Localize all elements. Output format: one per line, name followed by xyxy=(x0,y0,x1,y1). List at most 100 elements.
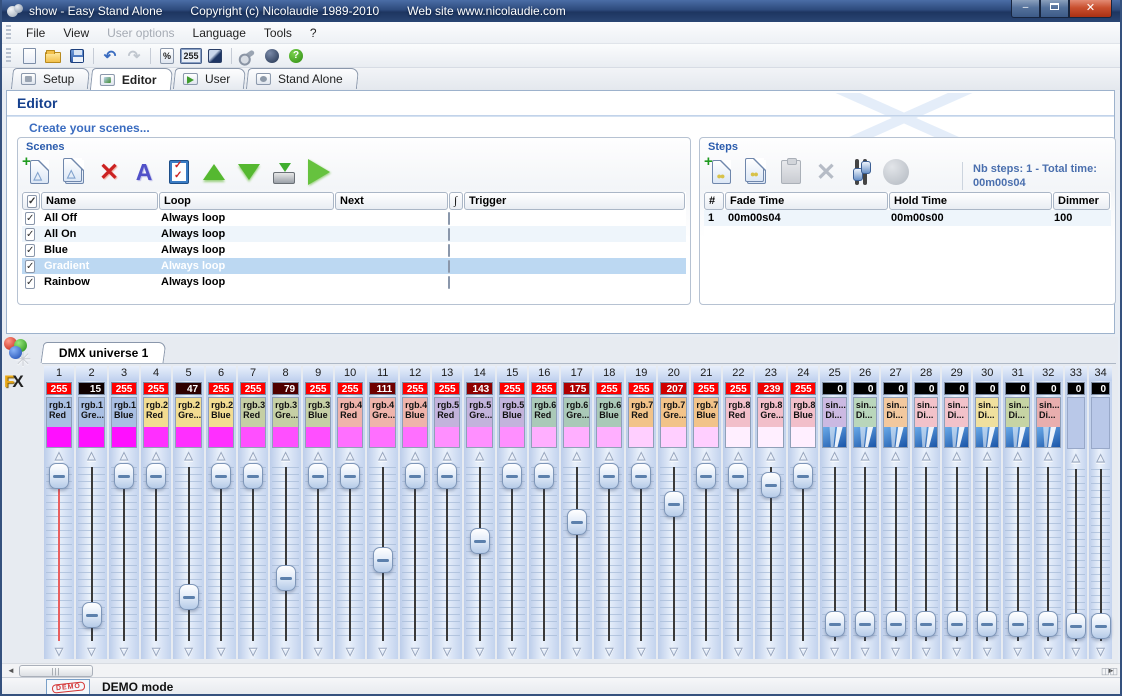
fader-down-arrow-icon[interactable]: ▽ xyxy=(335,646,365,658)
channel-fader[interactable]: △▽ xyxy=(912,450,941,659)
fader-thumb[interactable] xyxy=(567,509,587,535)
fader-up-arrow-icon[interactable]: △ xyxy=(942,450,971,462)
step-row-1[interactable]: 100m00s0400m00s00100 xyxy=(704,210,1111,226)
fader-down-arrow-icon[interactable]: ▽ xyxy=(464,646,495,658)
scene-enabled-checkbox[interactable]: ✓ xyxy=(25,244,35,257)
close-button[interactable]: ✕ xyxy=(1069,0,1112,18)
fader-thumb[interactable] xyxy=(470,528,490,554)
minimize-button[interactable]: – xyxy=(1011,0,1040,18)
fader-thumb[interactable] xyxy=(276,565,296,591)
fader-up-arrow-icon[interactable]: △ xyxy=(76,450,107,462)
channel-fader[interactable]: △▽ xyxy=(367,450,398,659)
fader-thumb[interactable] xyxy=(340,463,360,489)
fader-down-arrow-icon[interactable]: ▽ xyxy=(912,646,941,658)
scenes-check-all-header[interactable]: ✓ xyxy=(22,192,40,210)
fader-thumb[interactable] xyxy=(977,611,997,637)
fader-up-arrow-icon[interactable]: △ xyxy=(464,450,495,462)
channel-fader[interactable]: △▽ xyxy=(1003,450,1032,659)
fader-down-arrow-icon[interactable]: ▽ xyxy=(755,646,786,658)
fader-thumb[interactable] xyxy=(502,463,522,489)
scenes-col-trigger[interactable]: Trigger xyxy=(464,192,685,210)
new-step-button[interactable]: +●● xyxy=(706,157,736,187)
fader-thumb[interactable] xyxy=(437,463,457,489)
fader-down-arrow-icon[interactable]: ▽ xyxy=(851,646,880,658)
scene-row-all-off[interactable]: ✓All OffAlways loop xyxy=(22,210,686,226)
play-scene-button[interactable] xyxy=(304,157,334,187)
resize-grip-icon[interactable]: ◫◫ xyxy=(1101,666,1118,677)
channel-fader[interactable]: △▽ xyxy=(529,450,559,659)
fader-thumb[interactable] xyxy=(761,472,781,498)
channel-fader[interactable]: △▽ xyxy=(594,450,624,659)
fader-thumb[interactable] xyxy=(1066,613,1086,639)
fader-thumb[interactable] xyxy=(211,463,231,489)
fader-thumb[interactable] xyxy=(886,611,906,637)
fader-thumb[interactable] xyxy=(114,463,134,489)
fader-down-arrow-icon[interactable]: ▽ xyxy=(432,646,462,658)
fader-thumb[interactable] xyxy=(631,463,651,489)
fader-up-arrow-icon[interactable]: △ xyxy=(1034,450,1063,462)
fader-down-arrow-icon[interactable]: ▽ xyxy=(691,646,721,658)
fader-down-arrow-icon[interactable]: ▽ xyxy=(270,646,301,658)
fader-up-arrow-icon[interactable]: △ xyxy=(788,450,818,462)
channel-fader[interactable]: △▽ xyxy=(238,450,268,659)
fader-up-arrow-icon[interactable]: △ xyxy=(206,450,236,462)
scenes-col-name[interactable]: Name xyxy=(41,192,158,210)
steps-col-dimmer[interactable]: Dimmer xyxy=(1053,192,1110,210)
fader-down-arrow-icon[interactable]: ▽ xyxy=(1003,646,1032,658)
channel-fader[interactable]: △▽ xyxy=(626,450,656,659)
undo-button[interactable]: ↶ xyxy=(99,46,121,66)
fader-thumb[interactable] xyxy=(82,602,102,628)
scrollbar-thumb[interactable]: ||| xyxy=(19,665,93,677)
fader-thumb[interactable] xyxy=(373,547,393,573)
fader-down-arrow-icon[interactable]: ▽ xyxy=(788,646,818,658)
patch-button[interactable] xyxy=(237,46,259,66)
scroll-left-arrow-icon[interactable]: ◄ xyxy=(4,665,18,677)
fader-down-arrow-icon[interactable]: ▽ xyxy=(76,646,107,658)
fader-up-arrow-icon[interactable]: △ xyxy=(691,450,721,462)
scene-enabled-checkbox[interactable]: ✓ xyxy=(25,276,35,289)
fader-up-arrow-icon[interactable]: △ xyxy=(561,450,592,462)
fader-thumb[interactable] xyxy=(855,611,875,637)
fader-up-arrow-icon[interactable]: △ xyxy=(820,450,849,462)
fader-down-arrow-icon[interactable]: ▽ xyxy=(238,646,268,658)
fader-up-arrow-icon[interactable]: △ xyxy=(303,450,333,462)
maximize-button[interactable] xyxy=(1040,0,1069,18)
channel-fader[interactable]: △▽ xyxy=(942,450,971,659)
fader-down-arrow-icon[interactable]: ▽ xyxy=(400,646,430,658)
scene-row-blue[interactable]: ✓BlueAlways loop xyxy=(22,242,686,258)
fader-up-arrow-icon[interactable]: △ xyxy=(367,450,398,462)
delete-scene-button[interactable]: ✕ xyxy=(94,157,124,187)
contrast-button[interactable] xyxy=(204,46,226,66)
fader-up-arrow-icon[interactable]: △ xyxy=(658,450,689,462)
menu-help[interactable]: ? xyxy=(301,24,326,42)
fx-button[interactable]: FX xyxy=(4,372,24,391)
scene-row-all-on[interactable]: ✓All OnAlways loop xyxy=(22,226,686,242)
rename-scene-button[interactable]: A xyxy=(129,157,159,187)
tab-editor[interactable]: Editor xyxy=(90,68,173,90)
new-scene-button[interactable]: +△ xyxy=(24,157,54,187)
channel-fader[interactable]: △▽ xyxy=(109,450,139,659)
fader-down-arrow-icon[interactable]: ▽ xyxy=(141,646,171,658)
fader-thumb[interactable] xyxy=(534,463,554,489)
fader-thumb[interactable] xyxy=(916,611,936,637)
fader-down-arrow-icon[interactable]: ▽ xyxy=(942,646,971,658)
fader-down-arrow-icon[interactable]: ▽ xyxy=(820,646,849,658)
fader-down-arrow-icon[interactable]: ▽ xyxy=(367,646,398,658)
value-255-display-button[interactable]: 255 xyxy=(180,46,202,66)
channel-fader[interactable]: △▽ xyxy=(851,450,880,659)
copy-step-button[interactable]: ●● xyxy=(741,157,771,187)
fader-up-arrow-icon[interactable]: △ xyxy=(594,450,624,462)
scene-trigger-checkbox[interactable] xyxy=(448,244,450,257)
fader-thumb[interactable] xyxy=(1091,613,1111,639)
channel-fader[interactable]: △▽ xyxy=(432,450,462,659)
fader-down-arrow-icon[interactable]: ▽ xyxy=(1034,646,1063,658)
horizontal-scrollbar[interactable]: ◄ ||| ► xyxy=(2,663,1120,677)
fader-down-arrow-icon[interactable]: ▽ xyxy=(658,646,689,658)
fader-up-arrow-icon[interactable]: △ xyxy=(973,450,1002,462)
open-button[interactable] xyxy=(42,46,64,66)
check-scenes-button[interactable] xyxy=(164,157,194,187)
channel-fader[interactable]: △▽ xyxy=(44,450,74,659)
channel-fader[interactable]: △▽ xyxy=(270,450,301,659)
fader-thumb[interactable] xyxy=(1008,611,1028,637)
channel-fader[interactable]: △▽ xyxy=(141,450,171,659)
